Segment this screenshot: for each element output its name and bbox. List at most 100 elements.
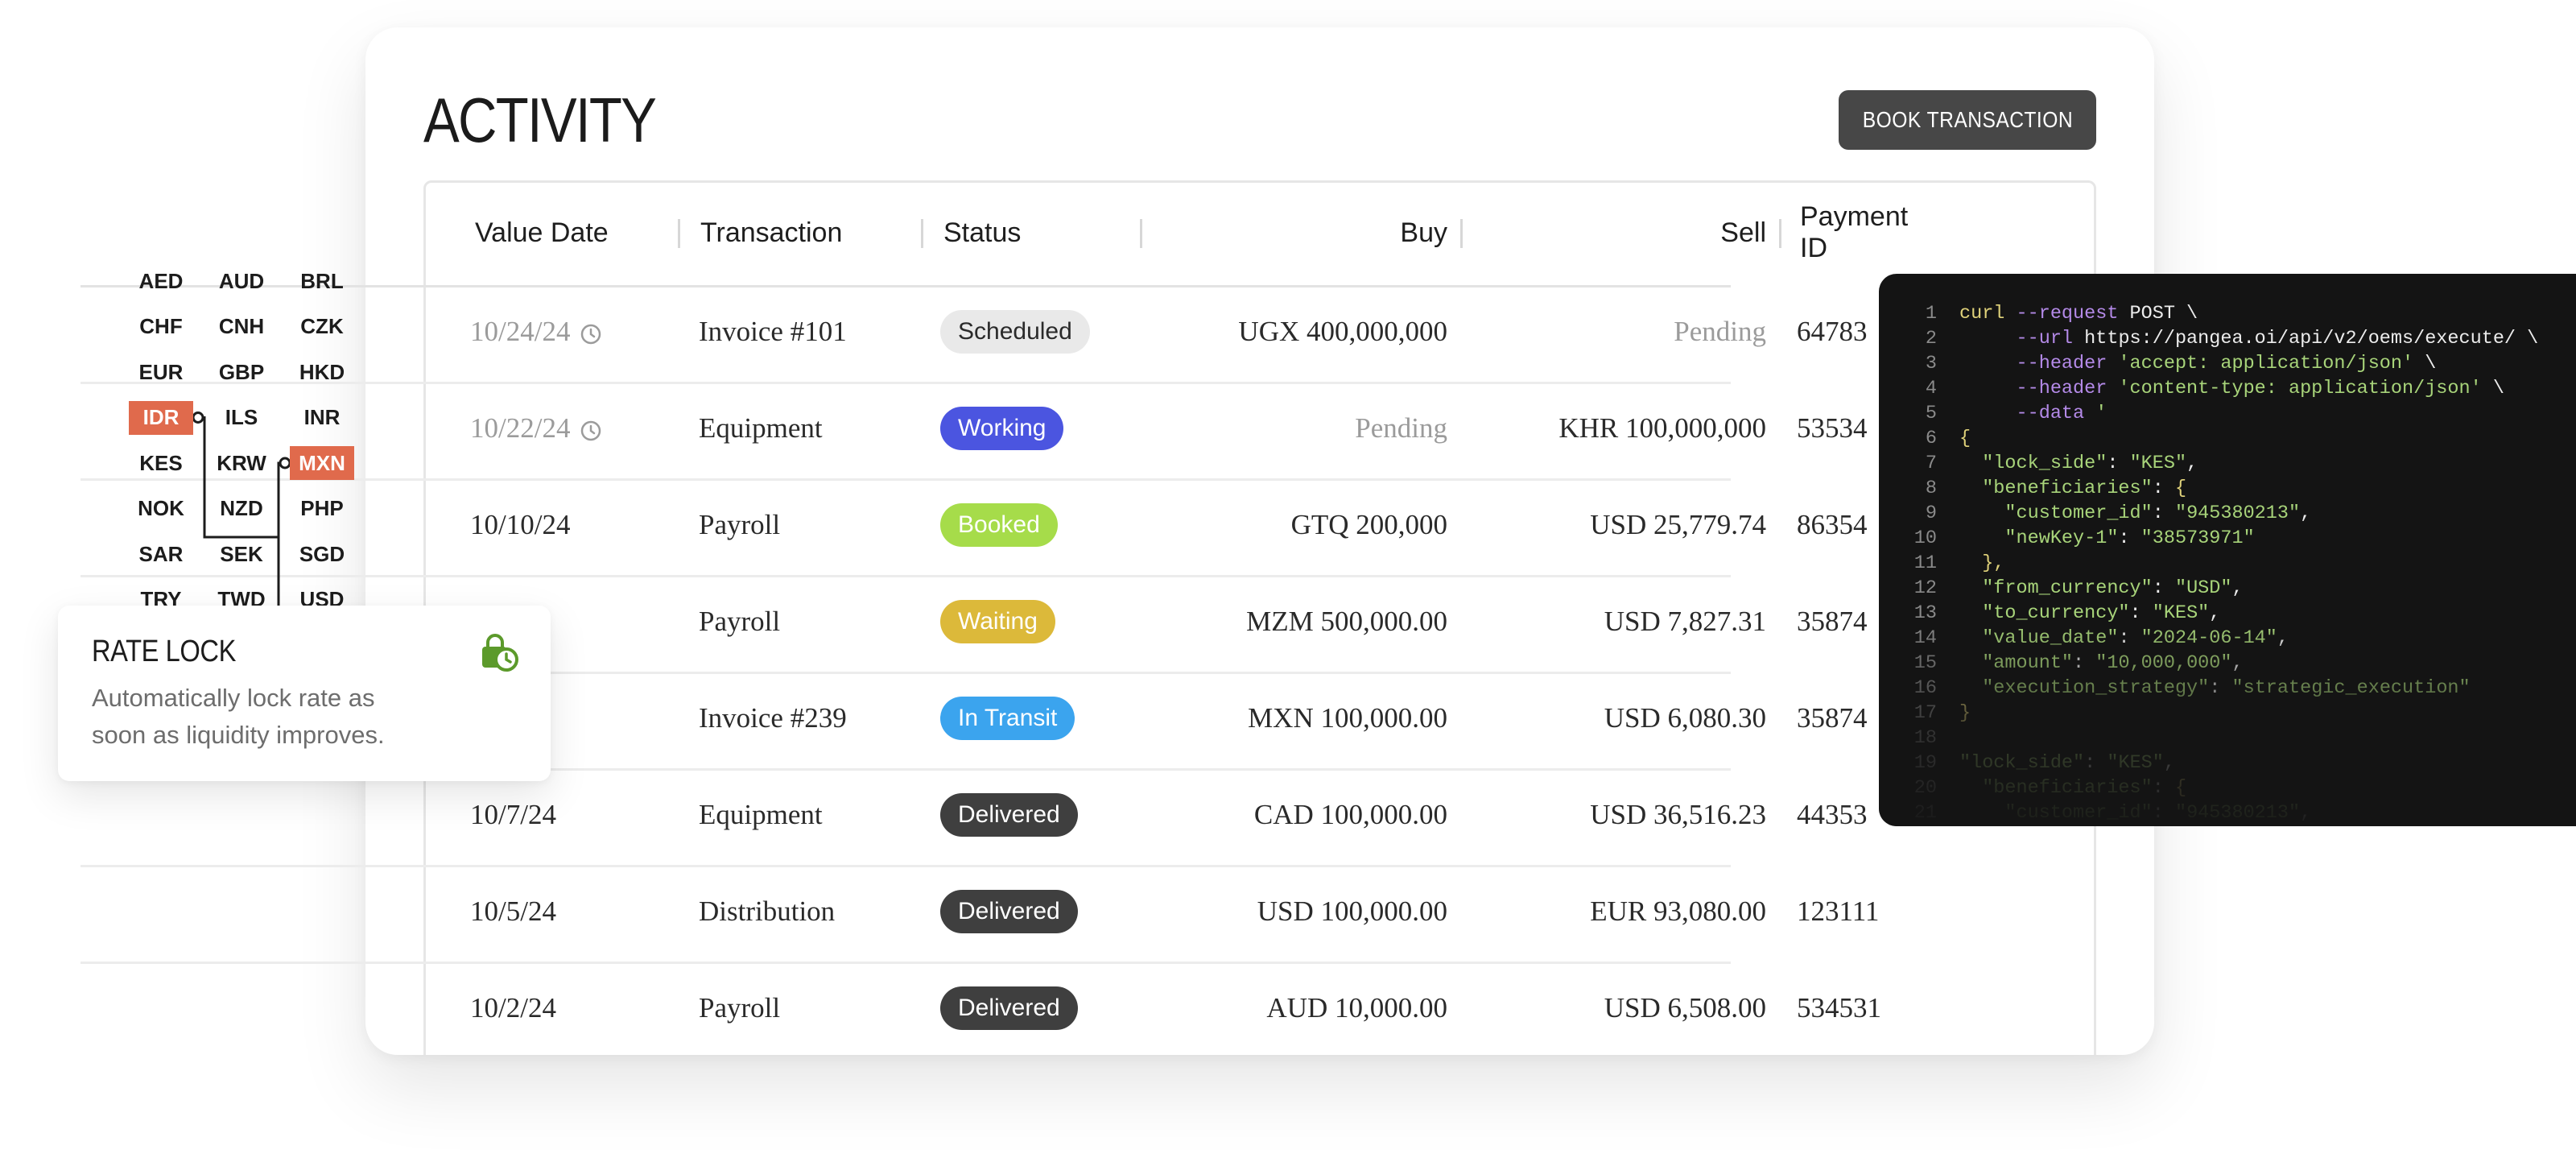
value-date-cell: 10/2/24 [470, 962, 556, 1053]
value-date-text: 10/5/24 [470, 895, 556, 927]
rate-lock-description: Automatically lock rate as soon as liqui… [92, 684, 385, 749]
code-token: : [2152, 478, 2175, 499]
status-badge: In Transit [940, 697, 1075, 740]
value-date-text: 10/2/24 [470, 992, 556, 1024]
currency-sgd[interactable]: SGD [290, 537, 354, 571]
buy-amount-cell: CAD 100,000.00 [1253, 799, 1447, 830]
header-value-date[interactable]: Value Date [475, 190, 609, 275]
transaction-cell: Equipment [699, 799, 823, 830]
currency-brl[interactable]: BRL [290, 264, 354, 298]
currency-chf[interactable]: CHF [129, 310, 193, 344]
code-text: "from_currency": "USD", [1959, 577, 2244, 599]
currency-aud[interactable]: AUD [209, 264, 274, 298]
sell-amount-cell: USD 36,516.23 [1590, 799, 1766, 830]
line-number: 2 [1925, 328, 1937, 349]
code-token: "38573971" [2140, 527, 2255, 549]
status-cell: Delivered [940, 768, 1078, 862]
code-token: "lock_side" [1959, 453, 2107, 474]
table-row[interactable]: 10/2/24 Payroll Delivered AUD 10,000.00 USD … [80, 962, 1881, 1053]
status-badge: Scheduled [940, 310, 1090, 354]
currency-kes[interactable]: KES [129, 446, 193, 480]
line-number: 8 [1925, 478, 1937, 499]
line-number: 12 [1913, 577, 1937, 599]
value-date-cell: 10/22/24 [470, 382, 602, 475]
currency-krw[interactable]: KRW [209, 446, 274, 480]
code-token: https://pangea.oi/api/v2/oems/execute/ \ [2084, 328, 2539, 349]
sell-amount-cell: KHR 100,000,000 [1558, 412, 1766, 444]
currency-hkd[interactable]: HKD [290, 355, 354, 389]
lock-clock-icon [482, 634, 518, 672]
code-token: --data [2016, 403, 2096, 424]
table-row[interactable]: 10/5/24 Distribution Delivered USD 100,000.… [80, 865, 1879, 964]
line-number: 10 [1913, 527, 1937, 549]
currency-nzd[interactable]: NZD [209, 492, 274, 526]
line-number: 9 [1925, 502, 1937, 524]
status-cell: In Transit [940, 672, 1075, 765]
header-buy[interactable]: Buy [1143, 190, 1447, 275]
currency-nok[interactable]: NOK [129, 492, 193, 526]
currency-ils[interactable]: ILS [209, 401, 274, 435]
value-date-text: 10/10/24 [470, 509, 571, 540]
currency-php[interactable]: PHP [290, 492, 354, 526]
value-date-text: 10/22/24 [470, 412, 571, 444]
line-number: 4 [1925, 378, 1937, 399]
payment-id-cell: 64783 [1797, 316, 1868, 347]
currency-inr[interactable]: INR [290, 401, 354, 435]
table-row[interactable]: 10/7/24 Equipment Delivered CAD 100,000.00 U… [80, 768, 1868, 867]
buy-amount-cell: GTQ 200,000 [1290, 509, 1447, 540]
value-date-cell: 10/5/24 [470, 865, 556, 958]
code-token: 'content-type: application/json' [2118, 378, 2482, 399]
code-token: --request [2016, 303, 2130, 325]
clock-icon [580, 417, 602, 441]
line-number: 7 [1925, 453, 1937, 474]
code-token: , [2300, 502, 2312, 524]
code-token: --url [2016, 328, 2085, 349]
code-text: "newKey-1": "38573971" [1959, 527, 2255, 549]
buy-amount-cell: Pending [1355, 412, 1447, 444]
code-text: "beneficiaries": { [1959, 478, 2186, 499]
code-token: \ [2413, 353, 2437, 374]
currency-sar[interactable]: SAR [129, 537, 193, 571]
code-token: : [2152, 577, 2175, 599]
rate-lock-title: RATE LOCK [92, 635, 236, 668]
code-token: "from_currency" [1959, 577, 2153, 599]
currency-czk[interactable]: CZK [290, 310, 354, 344]
line-number: 6 [1925, 428, 1937, 449]
code-token: : [2152, 502, 2175, 524]
column-divider [1460, 219, 1463, 248]
header-payment-id[interactable]: Payment ID [1800, 190, 1908, 275]
header-status[interactable]: Status [943, 190, 1021, 275]
code-token: : [2107, 453, 2130, 474]
currency-sek[interactable]: SEK [209, 537, 274, 571]
status-badge: Booked [940, 503, 1058, 547]
transaction-cell: Distribution [699, 895, 836, 927]
code-token: "945380213" [2174, 502, 2301, 524]
clock-icon [580, 321, 602, 345]
header-sell[interactable]: Sell [1462, 190, 1766, 275]
buy-amount-cell: MXN 100,000.00 [1248, 702, 1447, 734]
value-date-text: 10/7/24 [470, 799, 556, 830]
currency-idr[interactable]: IDR [129, 400, 193, 435]
currency-aed[interactable]: AED [129, 264, 193, 298]
code-token: }, [1959, 552, 2005, 574]
currency-gbp[interactable]: GBP [209, 355, 274, 389]
status-badge: Delivered [940, 986, 1078, 1030]
code-text: --url https://pangea.oi/api/v2/oems/exec… [1959, 328, 2539, 349]
code-token: , [2231, 577, 2244, 599]
line-number: 1 [1925, 303, 1937, 325]
payment-id-cell: 534531 [1797, 992, 1881, 1024]
currency-eur[interactable]: EUR [129, 355, 193, 389]
currency-mxn[interactable]: MXN [290, 446, 354, 480]
column-divider [678, 219, 680, 248]
value-date-cell: 10/24/24 [470, 285, 602, 378]
status-cell: Delivered [940, 962, 1078, 1053]
payment-id-cell: 53534 [1797, 412, 1868, 444]
transaction-cell: Payroll [699, 992, 781, 1024]
header-transaction[interactable]: Transaction [700, 190, 842, 275]
code-token: "USD" [2174, 577, 2232, 599]
code-token: : [2118, 527, 2141, 549]
buy-amount-cell: UGX 400,000,000 [1238, 316, 1447, 347]
currency-cnh[interactable]: CNH [209, 310, 274, 344]
